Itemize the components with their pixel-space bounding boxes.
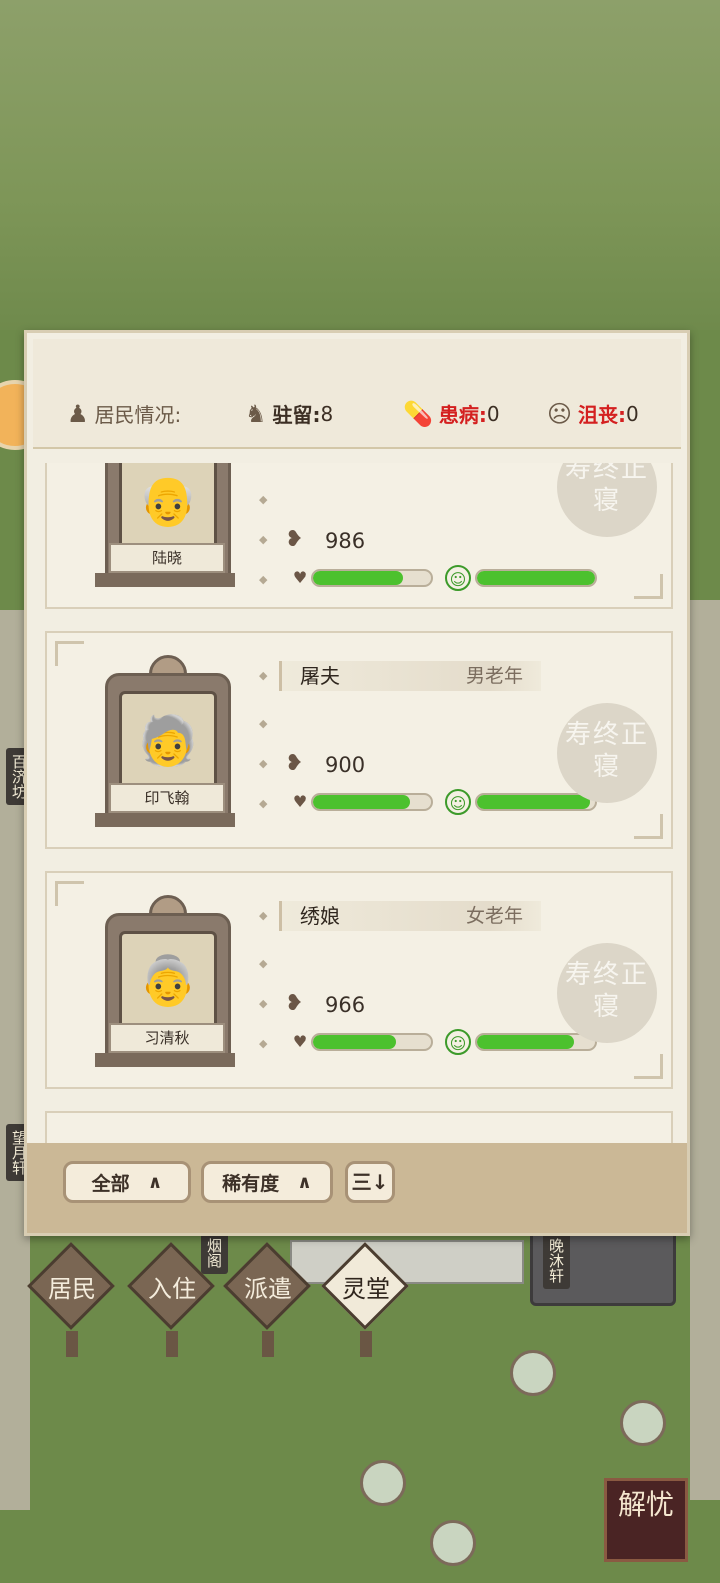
tree [510,1350,556,1396]
sad-face-icon: ☹ [547,399,573,428]
sick-label: 患病: [438,403,487,427]
vitality-value: 966 [325,993,366,1017]
health-icon: ♥ [292,792,308,811]
resident-status-header: ♟ 居民情况: ♞ 驻留: 8 💊 患病: 0 ☹ 沮丧: 0 [33,339,681,449]
sort-button[interactable]: 三↓ [345,1161,395,1203]
natural-death-stamp: 寿终正寝 [557,703,657,803]
mood-bar [475,1033,597,1051]
resident-status-title: 居民情况: [94,403,182,427]
filter-bar: 全部 ∧ 稀有度 ∧ 三↓ [27,1143,687,1233]
stay-count: ♞ 驻留: 8 [245,399,333,428]
job-field: 屠夫 男老年 [279,661,541,691]
person-icon: ♟ [67,399,89,428]
resident-name: 印飞翰 [109,783,225,813]
age-group: 男老年 [465,665,523,687]
resident-portrait[interactable]: 👵 习清秋 [95,895,235,1070]
building-label[interactable]: 晚沐轩 [543,1232,570,1289]
all-filter-label: 全部 [91,1172,130,1195]
all-filter-button[interactable]: 全部 ∧ [63,1161,191,1203]
health-bar [311,1033,433,1051]
resident-portrait[interactable]: 👴 陆晓 [95,463,235,590]
solve-worries-button[interactable]: 解忧 [604,1478,688,1562]
resident-panel: ♟ 居民情况: ♞ 驻留: 8 💊 患病: 0 ☹ 沮丧: 0 👴 陆晓 ◆ ◆… [24,330,690,1236]
depressed-count: ☹ 沮丧: 0 [547,399,639,428]
tab-label: 入住 [148,1275,196,1303]
tab-label: 派遣 [244,1275,292,1303]
avatar: 👴 [119,463,217,549]
resident-name: 陆晓 [109,543,225,573]
tab-label: 居民 [48,1275,96,1303]
fret-ornament [634,1054,663,1079]
pill-icon: 💊 [403,399,433,428]
resident-card[interactable]: 🧓 印飞翰 ◆ 屠夫 男老年 ◆ ◆ ◆ ❥ 900 ♥ ☺ 寿终正寝 [45,631,673,849]
resident-card[interactable]: 👵 习清秋 ◆ 绣娘 女老年 ◆ ◆ ◆ ❥ 966 ♥ ☺ 寿终正寝 [45,871,673,1089]
horse-icon: ♞ [245,399,267,428]
stay-label: 驻留: [272,403,321,427]
vitality-icon: ❥ [285,991,304,1016]
fret-ornament [55,641,84,666]
tree [360,1460,406,1506]
mood-icon: ☺ [445,565,471,591]
health-icon: ♥ [292,568,308,587]
rarity-filter-label: 稀有度 [222,1172,280,1195]
mood-icon: ☺ [445,789,471,815]
rarity-filter-button[interactable]: 稀有度 ∧ [201,1161,333,1203]
resident-card[interactable]: 👴 陆晓 ◆ ◆ ◆ ❥ 986 ♥ ☺ 寿终正寝 [45,463,673,609]
avatar: 🧓 [119,691,217,789]
job-label: 屠夫 [300,664,340,688]
natural-death-stamp: 寿终正寝 [557,943,657,1043]
vitality-icon: ❥ [285,751,304,776]
tree [430,1520,476,1566]
mood-bar [475,793,597,811]
stay-value: 8 [320,401,334,426]
health-icon: ♥ [292,1032,308,1051]
resident-list[interactable]: 👴 陆晓 ◆ ◆ ◆ ❥ 986 ♥ ☺ 寿终正寝 🧓 印飞翰 ◆ 屠夫 男老年… [45,463,673,1143]
avatar: 👵 [119,931,217,1029]
mood-icon: ☺ [445,1029,471,1055]
tab-label: 灵堂 [342,1275,390,1303]
sick-value: 0 [486,401,500,426]
fret-ornament [634,814,663,839]
tab-move-in[interactable]: 入住 [124,1242,220,1357]
resident-portrait[interactable]: 🧓 印飞翰 [95,655,235,830]
tree [620,1400,666,1446]
chevron-up-icon: ∧ [147,1171,163,1193]
chevron-up-icon: ∧ [297,1171,312,1193]
fret-ornament [55,881,84,906]
natural-death-stamp: 寿终正寝 [557,463,657,537]
tab-dispatch[interactable]: 派遣 [220,1242,316,1357]
tab-residents[interactable]: 居民 [24,1242,120,1357]
sick-count: 💊 患病: 0 [403,399,500,428]
tab-memorial-hall[interactable]: 灵堂 [318,1242,414,1357]
depressed-label: 沮丧: [578,403,627,427]
resident-status: ♟ 居民情况: [67,399,181,428]
age-group: 女老年 [465,905,523,927]
vitality-value: 900 [325,753,366,777]
job-field: 绣娘 女老年 [279,901,541,931]
vitality-value: 986 [325,529,366,553]
mood-bar [475,569,597,587]
mountain-background [0,0,720,330]
resident-name: 习清秋 [109,1023,225,1053]
fret-ornament [634,574,663,599]
depressed-value: 0 [626,401,639,426]
resident-card[interactable] [45,1111,673,1143]
job-label: 绣娘 [300,904,340,928]
path [690,600,720,1500]
vitality-icon: ❥ [285,527,304,552]
health-bar [311,793,433,811]
health-bar [311,569,433,587]
